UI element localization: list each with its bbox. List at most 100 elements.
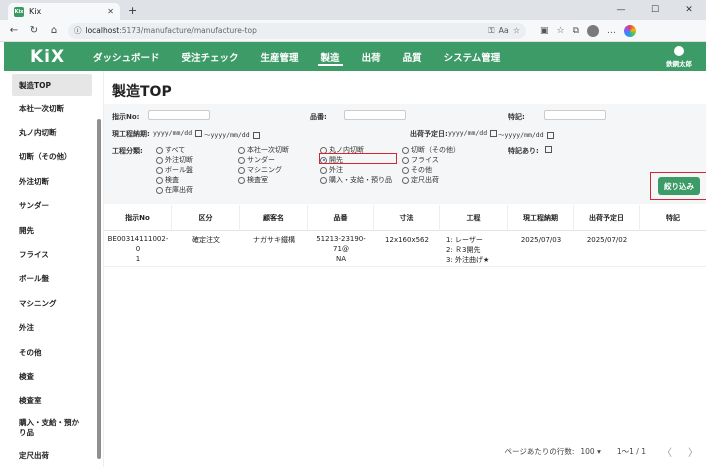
shukka-to[interactable]: 〜yyyy/mm/dd (498, 129, 554, 139)
url-path: :5173/manufacture/manufacture-top (119, 26, 257, 35)
sidebar-item[interactable]: マシニング (4, 291, 103, 315)
nav-system[interactable]: システム管理 (441, 42, 504, 71)
filter-panel: 指示No: 品番: 特記: 現工程納期: yyyy/mm/dd 〜yyyy/mm… (104, 104, 706, 204)
radio-gaichu[interactable]: 外注 (320, 165, 343, 175)
cell-sunpo: 12x160x562 (385, 236, 429, 244)
radio-teishaku[interactable]: 定尺出荷 (402, 175, 439, 185)
radio-cut-other[interactable]: 切断（その他） (402, 145, 460, 155)
nav-order-check[interactable]: 受注チェック (179, 42, 242, 71)
col-sunpo[interactable]: 寸法 (374, 205, 440, 231)
radio-other[interactable]: その他 (402, 165, 432, 175)
favorite-icon[interactable]: ☆ (513, 26, 520, 36)
tab-title: Kix (29, 7, 42, 16)
more-icon[interactable]: … (607, 26, 616, 36)
url-field[interactable]: ⓘ localhost:5173/manufacture/manufacture… (68, 22, 526, 39)
sidebar-item[interactable]: 本社一次切断 (4, 96, 103, 120)
shiji-input[interactable] (148, 110, 210, 120)
sidebar-item[interactable]: フライス (4, 242, 103, 266)
nav-production[interactable]: 生産管理 (258, 42, 302, 71)
radio-zaiko[interactable]: 在庫出荷 (156, 185, 193, 195)
col-kubun[interactable]: 区分 (172, 205, 240, 231)
radio-purchase[interactable]: 購入・支給・預り品 (320, 175, 392, 185)
radio-gaichu-cut[interactable]: 外注切断 (156, 155, 193, 165)
info-icon[interactable]: ⓘ (74, 25, 82, 36)
sidebar-item[interactable]: 丸ノ内切断 (4, 120, 103, 144)
table-row[interactable]: BE00314111002-0 1 確定注文 ナガサキ鐵構 51213-23190… (104, 231, 706, 267)
col-hinban[interactable]: 品番 (308, 205, 374, 231)
selection-highlight (319, 153, 397, 164)
sidebar-scrollbar[interactable] (97, 119, 101, 459)
radio-fraise[interactable]: フライス (402, 155, 439, 165)
nav-quality[interactable]: 品質 (400, 42, 425, 71)
minimize-icon[interactable]: — (604, 0, 638, 20)
shiji-label: 指示No: (112, 113, 140, 121)
prev-page-icon[interactable]: 〈 (662, 444, 672, 459)
reader-icon[interactable]: Aa (498, 26, 508, 36)
cell-kotei: 1: レーザー 2: Ｒ3開先 3: 外注曲げ★ (446, 236, 490, 264)
reload-icon[interactable]: ↻ (24, 25, 44, 36)
tokki-input[interactable] (544, 110, 606, 120)
sidebar-item[interactable]: 購入・支給・預かり品 (4, 413, 82, 443)
radio-machining[interactable]: マシニング (238, 165, 282, 175)
sidebar-item[interactable]: 開先 (4, 218, 103, 242)
tokki-ari-checkbox[interactable] (545, 146, 552, 153)
shukka-from[interactable]: yyyy/mm/dd (448, 129, 498, 137)
calendar-icon (546, 131, 554, 139)
extensions-icon[interactable]: ⧉ (573, 26, 579, 36)
table-header: 指示No 区分 顧客名 品番 寸法 工程 現工程納期 出荷予定日 特記 (104, 205, 706, 231)
col-shukka[interactable]: 出荷予定日 (574, 205, 640, 231)
col-kokyaku[interactable]: 顧客名 (240, 205, 308, 231)
sidebar-item-top[interactable]: 製造TOP (12, 74, 92, 96)
genkotei-from[interactable]: yyyy/mm/dd (153, 129, 203, 137)
browser-tab[interactable]: Kix Kix ✕ (8, 3, 120, 20)
next-page-icon[interactable]: 〉 (688, 444, 698, 459)
sidebar-item[interactable]: 外注切断 (4, 169, 103, 193)
genkotei-to[interactable]: 〜yyyy/mm/dd (204, 129, 260, 139)
new-tab-icon[interactable]: + (128, 4, 137, 17)
maximize-icon[interactable]: ☐ (638, 0, 672, 20)
radio-all[interactable]: すべて (156, 145, 185, 155)
home-icon[interactable]: ⌂ (44, 25, 64, 36)
collections-icon[interactable]: ▣ (540, 26, 549, 36)
hinban-input[interactable] (344, 110, 406, 120)
sidebar-item[interactable]: ボール盤 (4, 267, 103, 291)
user-name: 鉄鋼太郎 (666, 59, 692, 68)
profile-icon[interactable] (587, 24, 600, 37)
col-tokki[interactable]: 特記 (640, 205, 706, 231)
col-kotei[interactable]: 工程 (440, 205, 508, 231)
sidebar-item[interactable]: 検査 (4, 364, 103, 388)
close-icon[interactable]: ✕ (107, 7, 114, 16)
tokki-ari-label: 特記あり: (508, 147, 539, 155)
sidebar-item[interactable]: 切断（その他） (4, 145, 103, 169)
page-title: 製造TOP (112, 84, 172, 100)
radio-ballban[interactable]: ボール盤 (156, 165, 193, 175)
user-menu[interactable]: 鉄鋼太郎 (666, 45, 692, 68)
radio-kensashitsu[interactable]: 検査室 (238, 175, 268, 185)
sidebar-item[interactable]: 定尺出荷 (4, 443, 103, 467)
back-icon[interactable]: ← (4, 25, 24, 36)
top-navigation: KiX ダッシュボード 受注チェック 生産管理 製造 出荷 品質 システム管理 … (4, 42, 706, 71)
key-icon[interactable]: ⚿ (488, 26, 494, 36)
sidebar-item[interactable]: 外注 (4, 316, 103, 340)
rows-per-page-select[interactable]: 100 ▾ (580, 447, 600, 456)
radio-honsha[interactable]: 本社一次切断 (238, 145, 289, 155)
col-shiji[interactable]: 指示No (104, 205, 172, 231)
radio-kensa[interactable]: 検査 (156, 175, 179, 185)
nav-shipping[interactable]: 出荷 (359, 42, 384, 71)
copilot-icon[interactable] (624, 24, 637, 37)
cell-shukka: 2025/07/02 (586, 236, 628, 244)
genkotei-label: 現工程納期: (112, 130, 150, 138)
nav-manufacture[interactable]: 製造 (317, 42, 343, 71)
favorites-bar-icon[interactable]: ☆ (557, 26, 565, 36)
sidebar-item[interactable]: その他 (4, 340, 103, 364)
cell-shiji: BE00314111002-0 1 (107, 234, 169, 263)
nav-dashboard[interactable]: ダッシュボード (90, 42, 163, 71)
dropdown-icon: ▾ (597, 446, 601, 456)
sidebar-item[interactable]: サンダー (4, 194, 103, 218)
sidebar-item[interactable]: 検査室 (4, 389, 103, 413)
col-genkotei[interactable]: 現工程納期 (508, 205, 574, 231)
window-close-icon[interactable]: ✕ (672, 0, 706, 20)
radio-sander[interactable]: サンダー (238, 155, 275, 165)
tokki-label: 特記: (508, 113, 525, 121)
calendar-icon (195, 129, 203, 137)
